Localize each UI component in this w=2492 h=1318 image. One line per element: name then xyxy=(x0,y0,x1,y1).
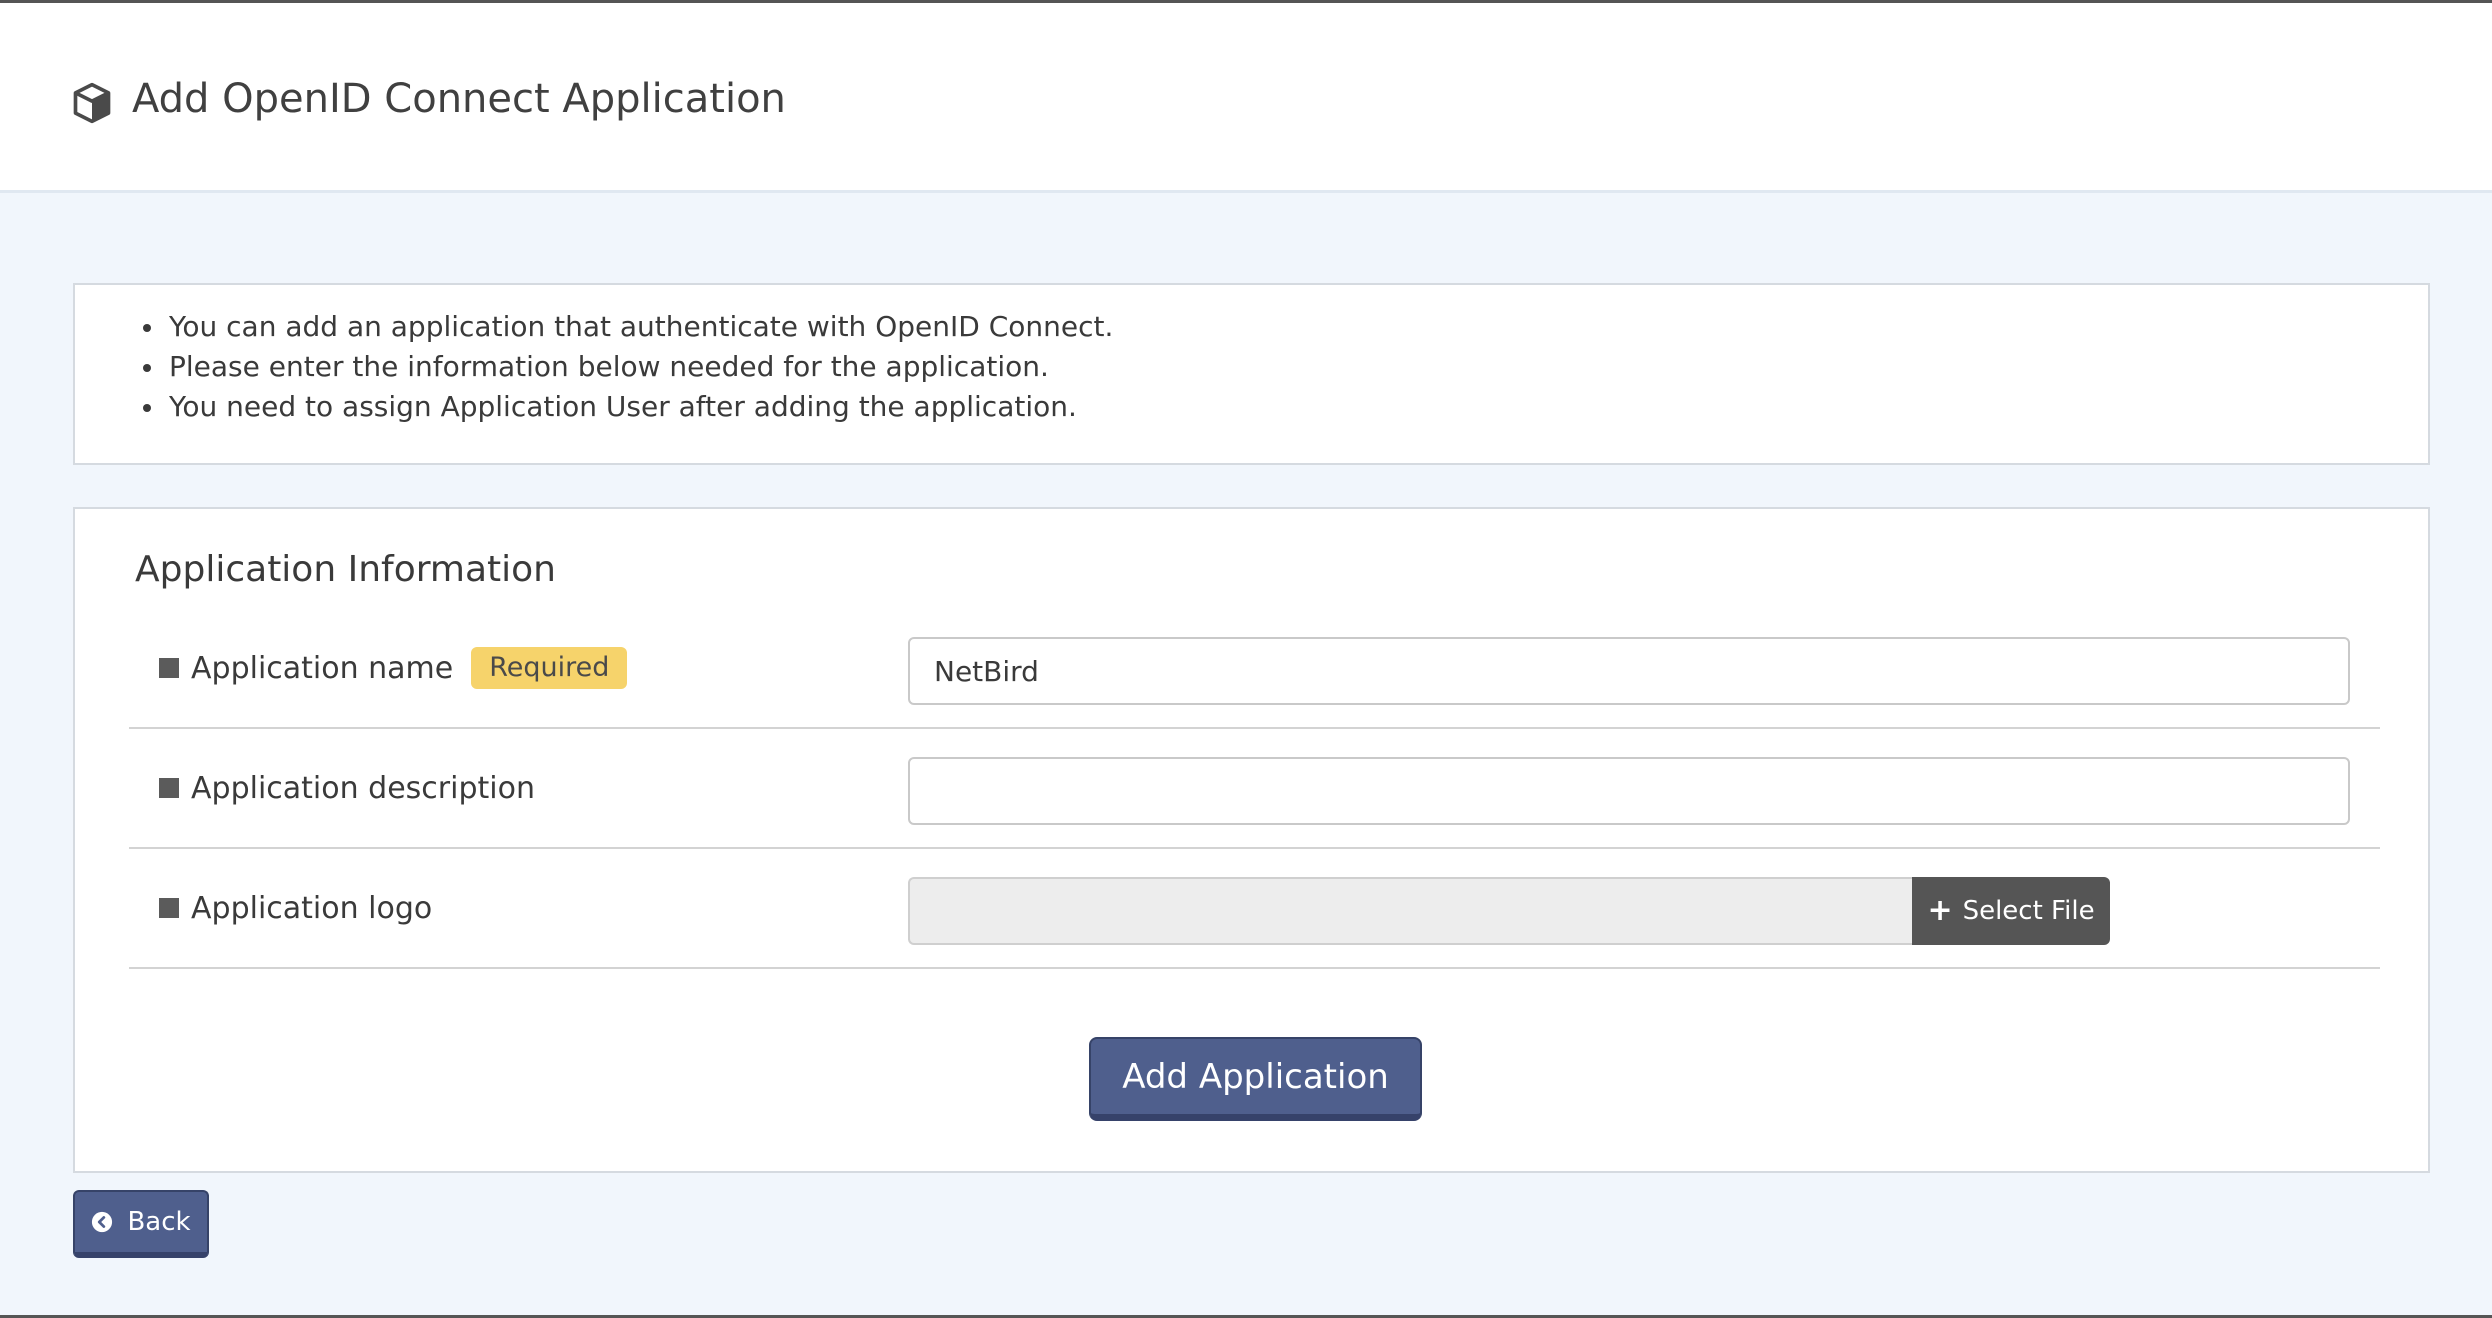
application-description-label: Application description xyxy=(191,770,535,806)
form-row-application-logo: Application logo + Select File xyxy=(129,849,2380,969)
application-logo-label-group: Application logo xyxy=(159,849,432,967)
page-header: Add OpenID Connect Application xyxy=(0,3,2492,193)
label-marker-icon xyxy=(159,898,179,918)
chevron-left-circle-icon xyxy=(92,1211,113,1233)
application-description-input[interactable] xyxy=(908,757,2350,825)
select-file-label: Select File xyxy=(1962,896,2095,926)
label-marker-icon xyxy=(159,658,179,678)
plus-icon: + xyxy=(1927,893,1953,928)
application-name-input[interactable] xyxy=(908,637,2350,705)
notice-box: You can add an application that authenti… xyxy=(73,283,2430,465)
notice-item: You can add an application that authenti… xyxy=(142,307,1113,347)
add-application-button[interactable]: Add Application xyxy=(1089,1037,1422,1121)
form-row-application-description: Application description xyxy=(129,729,2380,849)
notice-item: You need to assign Application User afte… xyxy=(142,387,1113,427)
logo-file-name-field[interactable] xyxy=(908,877,1912,945)
application-description-label-group: Application description xyxy=(159,729,535,847)
application-name-label: Application name xyxy=(191,650,454,686)
select-file-button[interactable]: + Select File xyxy=(1912,877,2110,945)
required-badge: Required xyxy=(471,647,628,689)
application-logo-label: Application logo xyxy=(191,890,433,926)
back-label: Back xyxy=(127,1207,191,1237)
label-marker-icon xyxy=(159,778,179,798)
form-row-application-name: Application name Required xyxy=(129,609,2380,729)
application-information-panel: Application Information Application name… xyxy=(73,507,2430,1173)
page-title: Add OpenID Connect Application xyxy=(132,76,786,122)
section-title: Application Information xyxy=(135,549,556,590)
notice-list: You can add an application that authenti… xyxy=(75,307,1113,427)
cube-icon xyxy=(73,82,111,124)
notice-item: Please enter the information below neede… xyxy=(142,347,1113,387)
back-button[interactable]: Back xyxy=(73,1190,209,1258)
application-name-label-group: Application name Required xyxy=(159,609,628,727)
